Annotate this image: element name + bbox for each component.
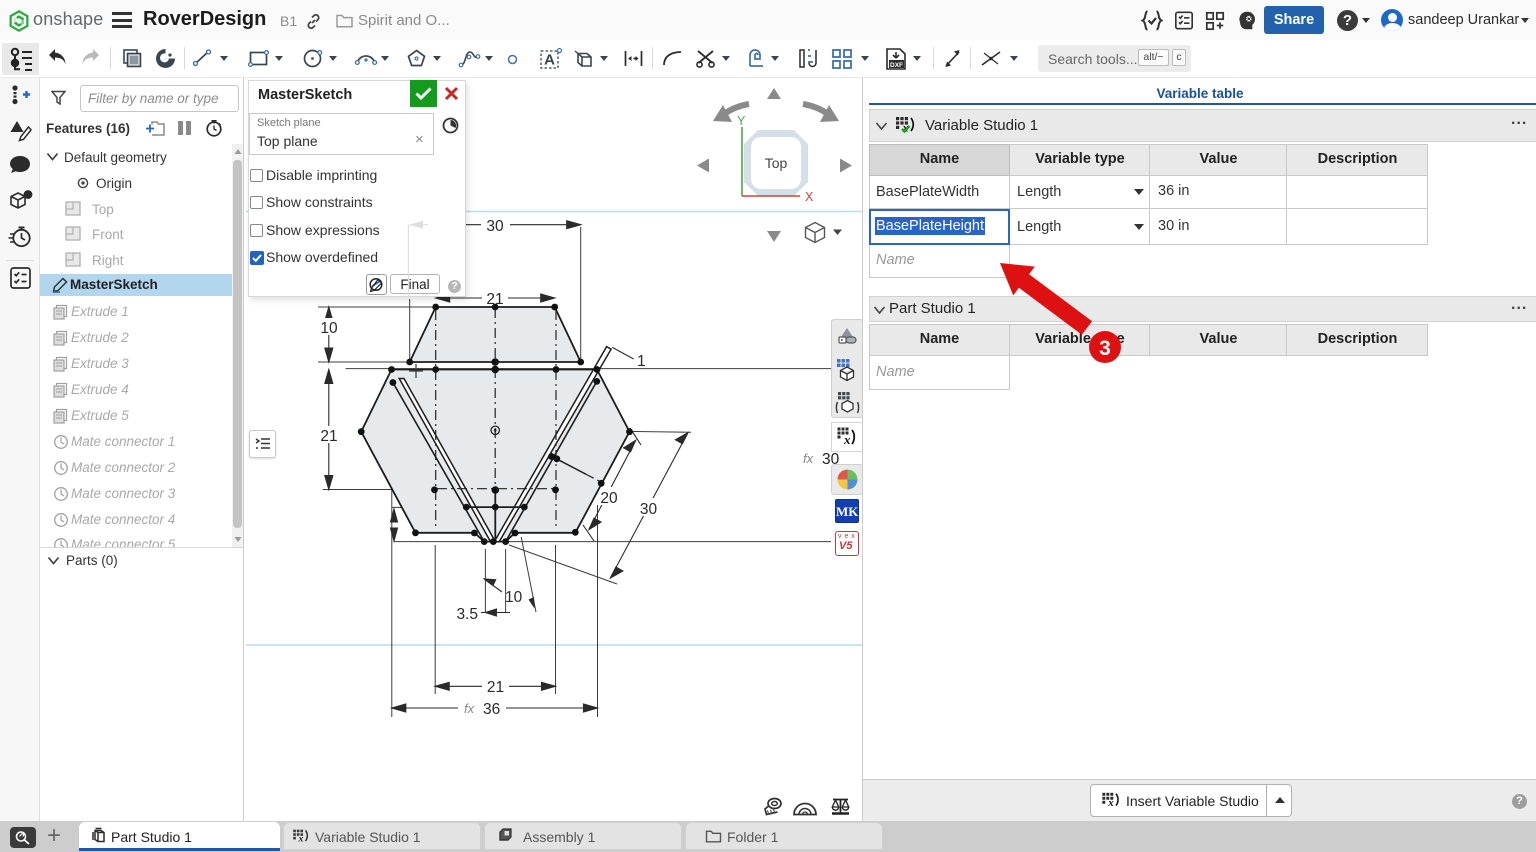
svg-text:20: 20 [600,490,618,507]
svg-text:36: 36 [483,701,500,718]
svg-text:A: A [544,52,555,69]
svg-text:DXF: DXF [890,62,903,69]
svg-text:x: x [843,432,851,447]
svg-text:30: 30 [486,218,504,235]
svg-text:fx: fx [803,451,814,466]
svg-text:x: x [298,834,304,845]
svg-text:x: x [1107,797,1114,809]
svg-text:fx: fx [464,701,475,716]
svg-text:21: 21 [320,428,337,445]
svg-text:10: 10 [320,320,338,337]
svg-text:X: X [805,190,814,204]
svg-text:?: ? [25,190,30,200]
svg-text:10: 10 [505,589,523,606]
svg-text:21: 21 [487,679,504,696]
svg-text:3: 3 [1099,337,1111,360]
svg-text:3.5: 3.5 [456,606,478,623]
svg-text:Y: Y [737,114,746,128]
svg-text:30: 30 [640,501,658,518]
svg-text:1: 1 [637,353,646,370]
svg-text:Top: Top [765,155,788,171]
